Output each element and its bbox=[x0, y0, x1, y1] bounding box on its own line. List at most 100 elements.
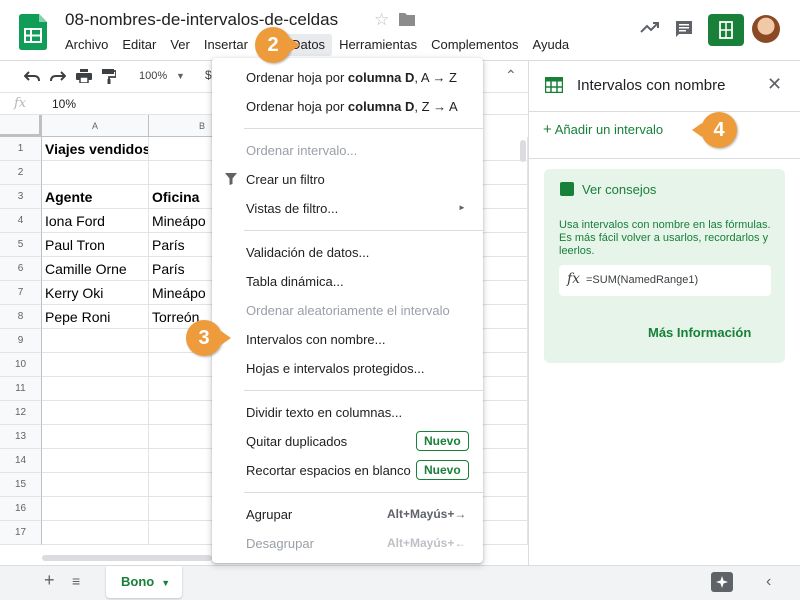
grid-cell[interactable] bbox=[42, 353, 149, 377]
paint-format-icon[interactable] bbox=[102, 69, 116, 84]
user-avatar[interactable] bbox=[752, 15, 780, 43]
row-header[interactable]: 10 bbox=[0, 353, 42, 377]
menu-item[interactable]: Intervalos con nombre... bbox=[212, 325, 483, 353]
menu-editar[interactable]: Editar bbox=[115, 34, 163, 56]
collapse-toolbar-icon[interactable]: ⌃ bbox=[505, 67, 517, 84]
menu-item[interactable]: Quitar duplicados Nuevo bbox=[212, 427, 483, 455]
step-pointer bbox=[221, 331, 231, 345]
menu-separator bbox=[244, 230, 483, 231]
grid-cell[interactable] bbox=[42, 425, 149, 449]
close-icon[interactable]: ✕ bbox=[767, 74, 782, 95]
menu-item[interactable]: Validación de datos... bbox=[212, 238, 483, 266]
menu-ayuda[interactable]: Ayuda bbox=[526, 34, 577, 56]
fx-icon: fx bbox=[567, 271, 581, 287]
horizontal-scrollbar[interactable] bbox=[42, 555, 212, 561]
menu-item[interactable]: Hojas e intervalos protegidos... bbox=[212, 354, 483, 382]
grid-cell[interactable] bbox=[42, 473, 149, 497]
menu-item-label: Ordenar aleatoriamente el intervalo bbox=[246, 303, 450, 318]
menu-item[interactable]: Vistas de filtro... ► bbox=[212, 194, 483, 222]
grid-cell[interactable]: Camille Orne bbox=[42, 257, 149, 281]
row-header[interactable]: 8 bbox=[0, 305, 42, 329]
menu-herramientas[interactable]: Herramientas bbox=[332, 34, 424, 56]
row-header[interactable]: 4 bbox=[0, 209, 42, 233]
menu-item: Desagrupar Alt+Mayús+← bbox=[212, 529, 483, 557]
explore-button[interactable] bbox=[711, 572, 733, 592]
column-header-a[interactable]: A bbox=[42, 115, 149, 137]
keyboard-shortcut: Alt+Mayús+← bbox=[387, 536, 467, 550]
grid-cell[interactable] bbox=[42, 329, 149, 353]
row-header[interactable]: 15 bbox=[0, 473, 42, 497]
menu-separator bbox=[244, 128, 483, 129]
print-icon[interactable] bbox=[76, 69, 92, 83]
row-header[interactable]: 11 bbox=[0, 377, 42, 401]
star-icon[interactable]: ☆ bbox=[374, 10, 389, 30]
row-header[interactable]: 17 bbox=[0, 521, 42, 545]
all-sheets-icon[interactable]: ≡ bbox=[72, 573, 80, 589]
grid-cell[interactable]: Iona Ford bbox=[42, 209, 149, 233]
row-header[interactable]: 5 bbox=[0, 233, 42, 257]
menu-ver[interactable]: Ver bbox=[163, 34, 197, 56]
grid-cell[interactable] bbox=[42, 401, 149, 425]
keyboard-shortcut: Alt+Mayús+→ bbox=[387, 507, 467, 521]
collapse-side-panel-icon[interactable]: ‹ bbox=[766, 573, 771, 591]
panel-divider bbox=[529, 158, 800, 159]
zoom-select[interactable]: 100% bbox=[139, 70, 167, 82]
tips-card: Ver consejos Usa intervalos con nombre e… bbox=[544, 169, 785, 363]
menu-item[interactable]: Ordenar hoja por columna D, A → Z bbox=[212, 63, 483, 91]
redo-icon[interactable] bbox=[50, 69, 66, 83]
grid-cell[interactable]: Pepe Roni bbox=[42, 305, 149, 329]
currency-format-button[interactable]: $ bbox=[205, 68, 212, 82]
add-range-button[interactable]: + Añadir un intervalo bbox=[543, 121, 663, 138]
grid-cell[interactable]: Paul Tron bbox=[42, 233, 149, 257]
menu-item-label: Vistas de filtro... bbox=[246, 201, 339, 216]
grid-cell[interactable] bbox=[42, 497, 149, 521]
row-header[interactable]: 13 bbox=[0, 425, 42, 449]
menu-item[interactable]: Recortar espacios en blanco Nuevo bbox=[212, 456, 483, 484]
folder-icon[interactable] bbox=[399, 12, 415, 26]
row-header[interactable]: 2 bbox=[0, 161, 42, 185]
row-header[interactable]: 12 bbox=[0, 401, 42, 425]
menu-item-label-column: columna D bbox=[347, 70, 415, 85]
add-sheet-icon[interactable]: + bbox=[44, 570, 55, 591]
row-header[interactable]: 1 bbox=[0, 137, 42, 161]
tips-formula-example: fx =SUM(NamedRange1) bbox=[559, 265, 771, 296]
menu-complementos[interactable]: Complementos bbox=[424, 34, 525, 56]
row-header[interactable]: 7 bbox=[0, 281, 42, 305]
select-all-corner[interactable] bbox=[0, 115, 42, 137]
grid-cell[interactable]: Agente bbox=[42, 185, 149, 209]
menu-item[interactable]: Agrupar Alt+Mayús+→ bbox=[212, 500, 483, 528]
menu-item-label: Ordenar intervalo... bbox=[246, 143, 358, 158]
share-button[interactable] bbox=[708, 14, 744, 46]
row-header[interactable]: 9 bbox=[0, 329, 42, 353]
comment-icon[interactable] bbox=[674, 19, 694, 39]
menu-archivo[interactable]: Archivo bbox=[58, 34, 115, 56]
menu-insertar[interactable]: Insertar bbox=[197, 34, 255, 56]
grid-cell[interactable] bbox=[42, 377, 149, 401]
menu-item[interactable]: Dividir texto en columnas... bbox=[212, 398, 483, 426]
grid-cell[interactable] bbox=[42, 161, 149, 185]
sheet-tab-caret-icon[interactable]: ▼ bbox=[161, 578, 170, 588]
undo-icon[interactable] bbox=[24, 69, 40, 83]
step-marker-3: 3 bbox=[186, 320, 231, 356]
grid-cell[interactable]: Kerry Oki bbox=[42, 281, 149, 305]
menu-item[interactable]: Crear un filtro bbox=[212, 165, 483, 193]
sheet-tab-bono[interactable]: Bono ▼ bbox=[106, 566, 182, 598]
zoom-caret-icon[interactable]: ▼ bbox=[176, 71, 185, 81]
row-header[interactable]: 3 bbox=[0, 185, 42, 209]
activity-trend-icon[interactable] bbox=[640, 20, 660, 34]
row-header[interactable]: 6 bbox=[0, 257, 42, 281]
row-header[interactable]: 16 bbox=[0, 497, 42, 521]
doc-title[interactable]: 08-nombres-de-intervalos-de-celdas bbox=[65, 10, 338, 30]
formula-input[interactable]: 10% bbox=[52, 97, 76, 111]
menu-item[interactable]: Tabla dinámica... bbox=[212, 267, 483, 295]
vertical-scrollbar[interactable] bbox=[520, 140, 526, 162]
grid-cell[interactable]: Viajes vendidos bbox=[42, 137, 149, 161]
row-header[interactable]: 14 bbox=[0, 449, 42, 473]
learn-more-link[interactable]: Más Información bbox=[648, 325, 751, 340]
menu-item[interactable]: Ordenar hoja por columna D, Z → A bbox=[212, 92, 483, 120]
step-number: 3 bbox=[198, 327, 210, 349]
grid-cell[interactable] bbox=[42, 449, 149, 473]
grid-cell[interactable] bbox=[42, 521, 149, 545]
sheets-logo-icon[interactable] bbox=[19, 14, 47, 50]
new-badge: Nuevo bbox=[416, 460, 469, 480]
